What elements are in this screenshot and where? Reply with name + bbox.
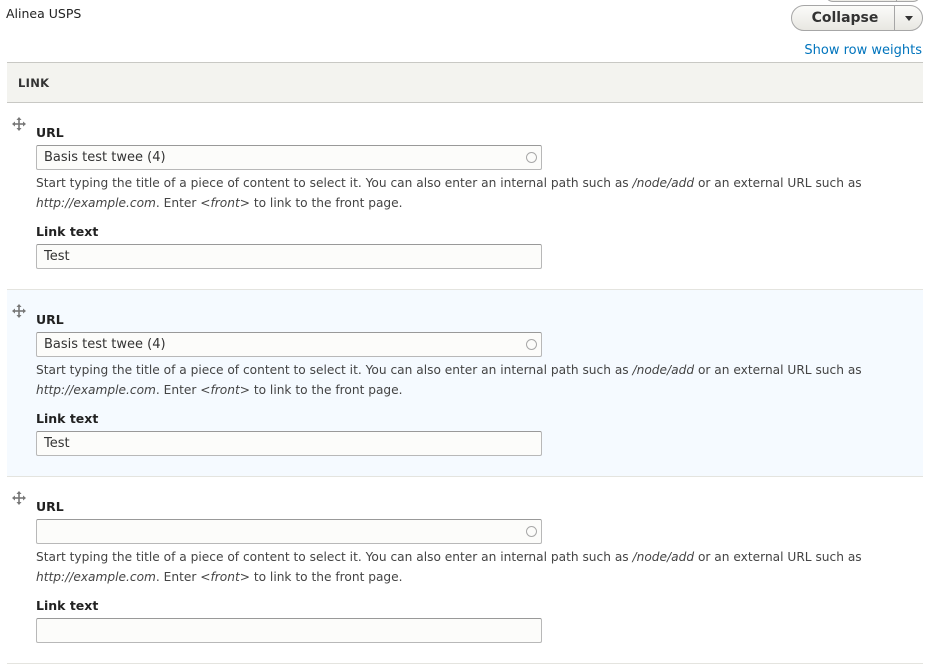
url-description: Start typing the title of a piece of con… — [36, 547, 886, 587]
table-row: URL Start typing the title of a piece of… — [7, 477, 923, 664]
url-input[interactable]: Basis test twee (4) — [36, 145, 542, 170]
desc-text: . Enter — [155, 196, 201, 210]
desc-text: or an external URL such as — [694, 176, 862, 190]
desc-text: . Enter — [155, 570, 201, 584]
table-row: URL Basis test twee (4) Start typing the… — [7, 103, 923, 290]
autocomplete-throbber-icon — [526, 152, 537, 163]
drag-handle-icon[interactable] — [12, 116, 26, 131]
link-text-input[interactable] — [36, 618, 542, 643]
table-header: LINK — [7, 62, 923, 103]
desc-url-example: http://example.com — [36, 196, 156, 210]
link-text-label: Link text — [36, 598, 99, 613]
link-text-input[interactable]: Test — [36, 431, 542, 456]
url-description: Start typing the title of a piece of con… — [36, 173, 886, 213]
collapse-dropbutton: Collapse — [791, 5, 923, 31]
desc-text: or an external URL such as — [694, 550, 862, 564]
desc-path-example: /node/add — [632, 176, 695, 190]
url-input[interactable]: Basis test twee (4) — [36, 332, 542, 357]
page-title: Alinea USPS — [6, 6, 82, 21]
desc-front-token: <front> — [200, 383, 250, 397]
show-row-weights-link[interactable]: Show row weights — [804, 43, 922, 58]
url-input-value: Basis test twee (4) — [44, 337, 166, 352]
desc-text: to link to the front page. — [249, 196, 403, 210]
link-text-label: Link text — [36, 224, 99, 239]
desc-text: Start typing the title of a piece of con… — [36, 176, 633, 190]
autocomplete-throbber-icon — [526, 526, 537, 537]
url-description: Start typing the title of a piece of con… — [36, 360, 886, 400]
desc-url-example: http://example.com — [36, 570, 156, 584]
link-text-input[interactable]: Test — [36, 244, 542, 269]
table-row: URL Basis test twee (4) Start typing the… — [7, 290, 923, 477]
desc-path-example: /node/add — [632, 363, 695, 377]
desc-text: . Enter — [155, 383, 201, 397]
drag-handle-icon[interactable] — [12, 490, 26, 505]
drag-handle-icon[interactable] — [12, 303, 26, 318]
desc-text: or an external URL such as — [694, 363, 862, 377]
url-label: URL — [36, 125, 64, 140]
desc-text: to link to the front page. — [249, 570, 403, 584]
link-text-input-value: Test — [44, 436, 70, 451]
desc-text: to link to the front page. — [249, 383, 403, 397]
dropbutton-toggle[interactable] — [894, 6, 922, 30]
link-text-label: Link text — [36, 411, 99, 426]
desc-url-example: http://example.com — [36, 383, 156, 397]
desc-front-token: <front> — [200, 196, 250, 210]
link-field-table: LINK URL Basis test twee (4) Start typin… — [7, 62, 923, 664]
desc-path-example: /node/add — [632, 550, 695, 564]
partial-dropbutton[interactable] — [825, 0, 921, 2]
collapse-button[interactable]: Collapse — [792, 6, 894, 30]
desc-text: Start typing the title of a piece of con… — [36, 550, 633, 564]
desc-front-token: <front> — [200, 570, 250, 584]
url-label: URL — [36, 499, 64, 514]
url-input[interactable] — [36, 519, 542, 544]
chevron-down-icon — [904, 15, 913, 21]
link-text-input-value: Test — [44, 249, 70, 264]
desc-text: Start typing the title of a piece of con… — [36, 363, 633, 377]
url-input-value: Basis test twee (4) — [44, 150, 166, 165]
url-label: URL — [36, 312, 64, 327]
autocomplete-throbber-icon — [526, 339, 537, 350]
table-header-label: LINK — [18, 75, 50, 90]
